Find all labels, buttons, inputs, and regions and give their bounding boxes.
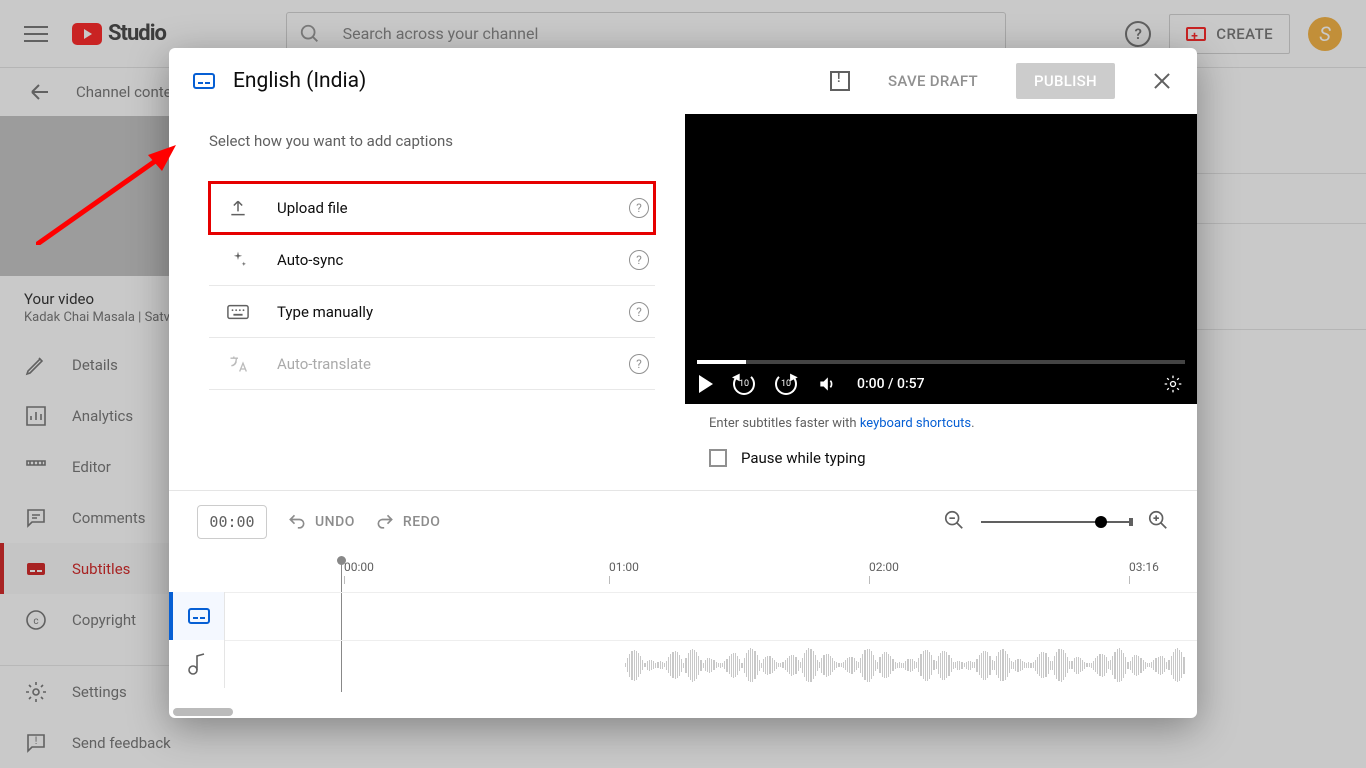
help-icon[interactable]: ? [629,198,649,218]
music-note-icon [188,653,206,675]
caption-track[interactable] [225,592,1197,640]
pause-while-typing-label: Pause while typing [741,449,866,467]
audio-track-label[interactable] [169,640,224,688]
modal-title: English (India) [233,69,812,93]
sparkle-icon [227,250,249,270]
captions-icon [193,73,215,89]
caption-prompt: Select how you want to add captions [209,132,655,150]
help-icon[interactable]: ? [629,250,649,270]
timecode-input[interactable]: 00:00 [197,505,267,539]
video-player[interactable]: 10◀ 10◀ 0:00 / 0:57 [685,114,1197,404]
close-icon[interactable] [1151,70,1173,92]
option-upload-file[interactable]: Upload file ? [209,182,655,234]
caption-track-label[interactable] [169,592,224,640]
video-time-display: 0:00 / 0:57 [857,376,925,392]
captions-icon [188,608,210,624]
audio-waveform [625,645,1187,685]
timeline-tracks [169,592,1197,688]
keyboard-shortcut-hint: Enter subtitles faster with keyboard sho… [685,404,1197,443]
option-type-manually[interactable]: Type manually ? [209,286,655,338]
timeline-scrollbar[interactable] [173,708,233,716]
player-settings-icon[interactable] [1163,374,1183,394]
skip-forward-10-icon[interactable]: 10◀ [775,373,797,395]
ruler-tick: 01:00 [609,560,639,574]
zoom-in-button[interactable] [1147,509,1169,535]
keyboard-icon [227,304,249,320]
zoom-slider[interactable] [981,521,1131,523]
option-auto-sync[interactable]: Auto-sync ? [209,234,655,286]
option-auto-translate: Auto-translate ? [209,338,655,390]
caption-method-panel: Select how you want to add captions Uplo… [169,114,685,490]
redo-icon [375,512,395,532]
ruler-tick: 00:00 [344,560,374,574]
undo-button[interactable]: UNDO [287,512,355,532]
help-icon[interactable]: ? [629,354,649,374]
volume-icon[interactable] [817,374,837,394]
timeline-ruler[interactable]: 00:00 01:00 02:00 03:16 [169,552,1197,592]
ruler-tick: 03:16 [1129,560,1159,574]
pause-while-typing-checkbox[interactable] [709,449,727,467]
skip-back-10-icon[interactable]: 10◀ [733,373,755,395]
publish-button[interactable]: PUBLISH [1016,63,1115,99]
modal-header: English (India) SAVE DRAFT PUBLISH [169,48,1197,114]
translate-icon [227,354,249,374]
timeline-toolbar: 00:00 UNDO REDO [169,490,1197,552]
send-feedback-icon[interactable] [830,71,850,91]
upload-icon [227,198,249,218]
caption-editor-modal: English (India) SAVE DRAFT PUBLISH Selec… [169,48,1197,718]
help-icon[interactable]: ? [629,302,649,322]
redo-button[interactable]: REDO [375,512,441,532]
keyboard-shortcuts-link[interactable]: keyboard shortcuts [860,416,971,431]
audio-track[interactable] [225,640,1197,688]
zoom-out-button[interactable] [943,509,965,535]
undo-icon [287,512,307,532]
save-draft-button[interactable]: SAVE DRAFT [888,72,978,90]
play-icon[interactable] [699,375,713,393]
ruler-tick: 02:00 [869,560,899,574]
